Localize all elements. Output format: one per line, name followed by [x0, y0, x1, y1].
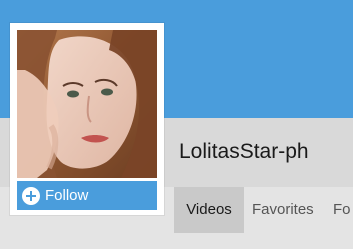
follow-button[interactable]: Follow [17, 181, 157, 210]
follow-button-label: Follow [45, 187, 89, 204]
profile-username: LolitasStar-ph [179, 140, 309, 163]
avatar[interactable] [17, 30, 157, 178]
tab-videos[interactable]: Videos [174, 187, 244, 233]
tab-favorites[interactable]: Favorites [252, 187, 314, 233]
avatar-card: Follow [10, 23, 164, 215]
tab-following[interactable]: Fo [333, 187, 351, 233]
plus-circle-icon [22, 186, 40, 205]
